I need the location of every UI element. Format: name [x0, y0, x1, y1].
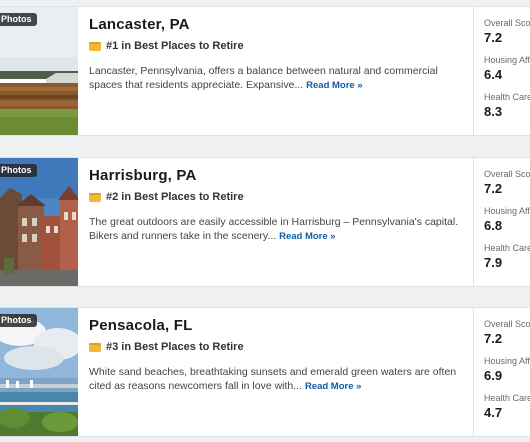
listing-photo-harrisburg[interactable]: Photos	[0, 158, 78, 286]
listing-title[interactable]: Lancaster, PA	[89, 16, 190, 33]
listing-photo-pensacola[interactable]: Photos	[0, 308, 78, 436]
health-care-value: 4.7	[484, 405, 503, 420]
rank-text[interactable]: #1 in Best Places to Retire	[106, 40, 244, 52]
ribbon-icon	[89, 41, 101, 51]
photos-badge[interactable]: Photos	[0, 13, 37, 26]
description-text: Lancaster, Pennsylvania, offers a balanc…	[89, 65, 438, 91]
listing-card-pensacola: Photos Pensacola, FL #3 in Best Places t…	[0, 307, 530, 437]
listing-card-lancaster: Photos Lancaster, PA #1 in Best Places t…	[0, 6, 530, 136]
overall-score-value: 7.2	[484, 331, 503, 346]
photos-badge[interactable]: Photos	[0, 314, 37, 327]
listing-description: Lancaster, Pennsylvania, offers a balanc…	[89, 64, 461, 93]
photos-badge[interactable]: Photos	[0, 164, 37, 177]
health-care-label: Health Care	[484, 243, 530, 253]
listing-description: The great outdoors are easily accessible…	[89, 215, 461, 244]
housing-affordability-value: 6.9	[484, 368, 503, 383]
health-care-value: 7.9	[484, 255, 503, 270]
rank-row: #3 in Best Places to Retire	[89, 341, 244, 353]
health-care-label: Health Care	[484, 393, 530, 403]
housing-affordability-value: 6.4	[484, 67, 503, 82]
ribbon-icon	[89, 192, 101, 202]
listing-card-harrisburg: Photos Harrisburg, PA #2 in Best Places …	[0, 157, 530, 287]
read-more-link[interactable]: Read More »	[306, 80, 363, 91]
overall-score-label: Overall Score	[484, 18, 530, 28]
ribbon-icon	[89, 342, 101, 352]
listing-title[interactable]: Pensacola, FL	[89, 317, 192, 334]
housing-affordability-label: Housing Affordability	[484, 55, 530, 65]
listing-photo-lancaster[interactable]: Photos	[0, 7, 78, 135]
housing-affordability-value: 6.8	[484, 218, 503, 233]
overall-score-value: 7.2	[484, 30, 503, 45]
health-care-label: Health Care	[484, 92, 530, 102]
read-more-link[interactable]: Read More »	[305, 381, 362, 392]
housing-affordability-label: Housing Affordability	[484, 206, 530, 216]
overall-score-label: Overall Score	[484, 169, 530, 179]
rank-row: #1 in Best Places to Retire	[89, 40, 244, 52]
listing-title[interactable]: Harrisburg, PA	[89, 167, 197, 184]
overall-score-label: Overall Score	[484, 319, 530, 329]
description-text: White sand beaches, breathtaking sunsets…	[89, 366, 457, 392]
score-panel: Overall Score 7.2 Housing Affordability …	[473, 308, 530, 436]
score-panel: Overall Score 7.2 Housing Affordability …	[473, 158, 530, 286]
housing-affordability-label: Housing Affordability	[484, 356, 530, 366]
rank-text[interactable]: #3 in Best Places to Retire	[106, 341, 244, 353]
rank-row: #2 in Best Places to Retire	[89, 191, 244, 203]
score-panel: Overall Score 7.2 Housing Affordability …	[473, 7, 530, 135]
read-more-link[interactable]: Read More »	[279, 231, 336, 242]
description-text: The great outdoors are easily accessible…	[89, 216, 459, 242]
rank-text[interactable]: #2 in Best Places to Retire	[106, 191, 244, 203]
listing-description: White sand beaches, breathtaking sunsets…	[89, 365, 461, 394]
overall-score-value: 7.2	[484, 181, 503, 196]
health-care-value: 8.3	[484, 104, 503, 119]
